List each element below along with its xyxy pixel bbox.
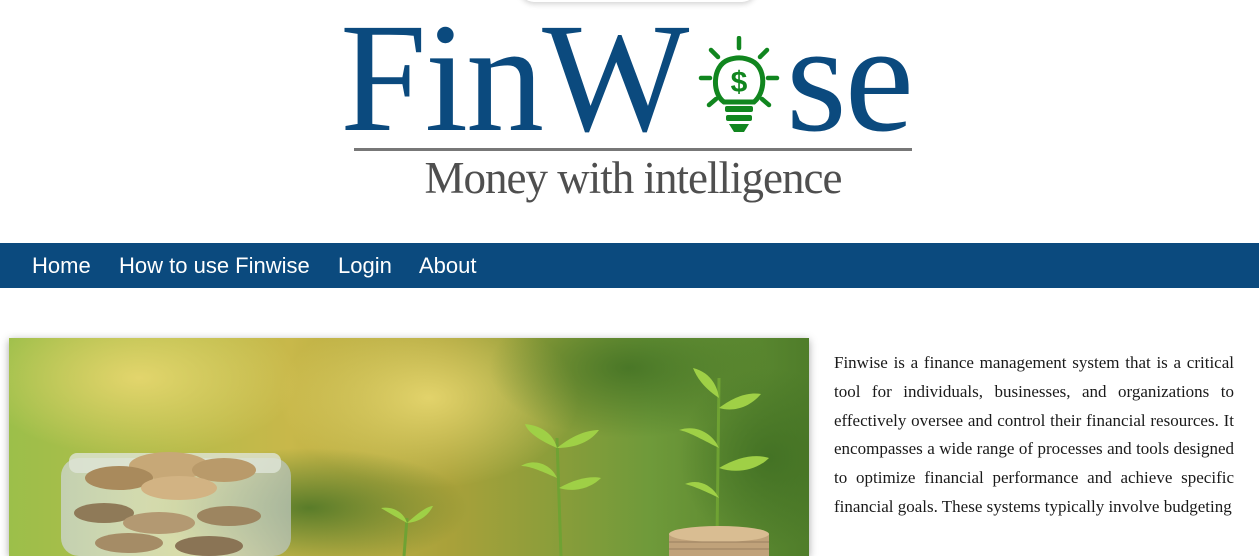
- main-nav: Home How to use Finwise Login About: [0, 243, 1259, 288]
- nav-about[interactable]: About: [419, 243, 477, 288]
- nav-how-to-use[interactable]: How to use Finwise: [119, 243, 310, 288]
- hero-image: [9, 338, 809, 556]
- lightbulb-dollar-icon: $: [698, 35, 780, 136]
- logo-brand-left: FinW: [340, 0, 689, 164]
- nav-login[interactable]: Login: [338, 243, 392, 288]
- coin-jar: [61, 452, 291, 556]
- logo-tagline: Money with intelligence: [424, 153, 843, 203]
- finwise-description: Finwise is a finance management system t…: [834, 353, 1234, 516]
- coin-stack: [669, 526, 769, 556]
- logo-brand-right: se: [786, 0, 914, 164]
- svg-text:$: $: [731, 66, 748, 99]
- site-header: FinW $ se Money with intelligence: [0, 0, 1259, 243]
- nav-home[interactable]: Home: [32, 243, 91, 288]
